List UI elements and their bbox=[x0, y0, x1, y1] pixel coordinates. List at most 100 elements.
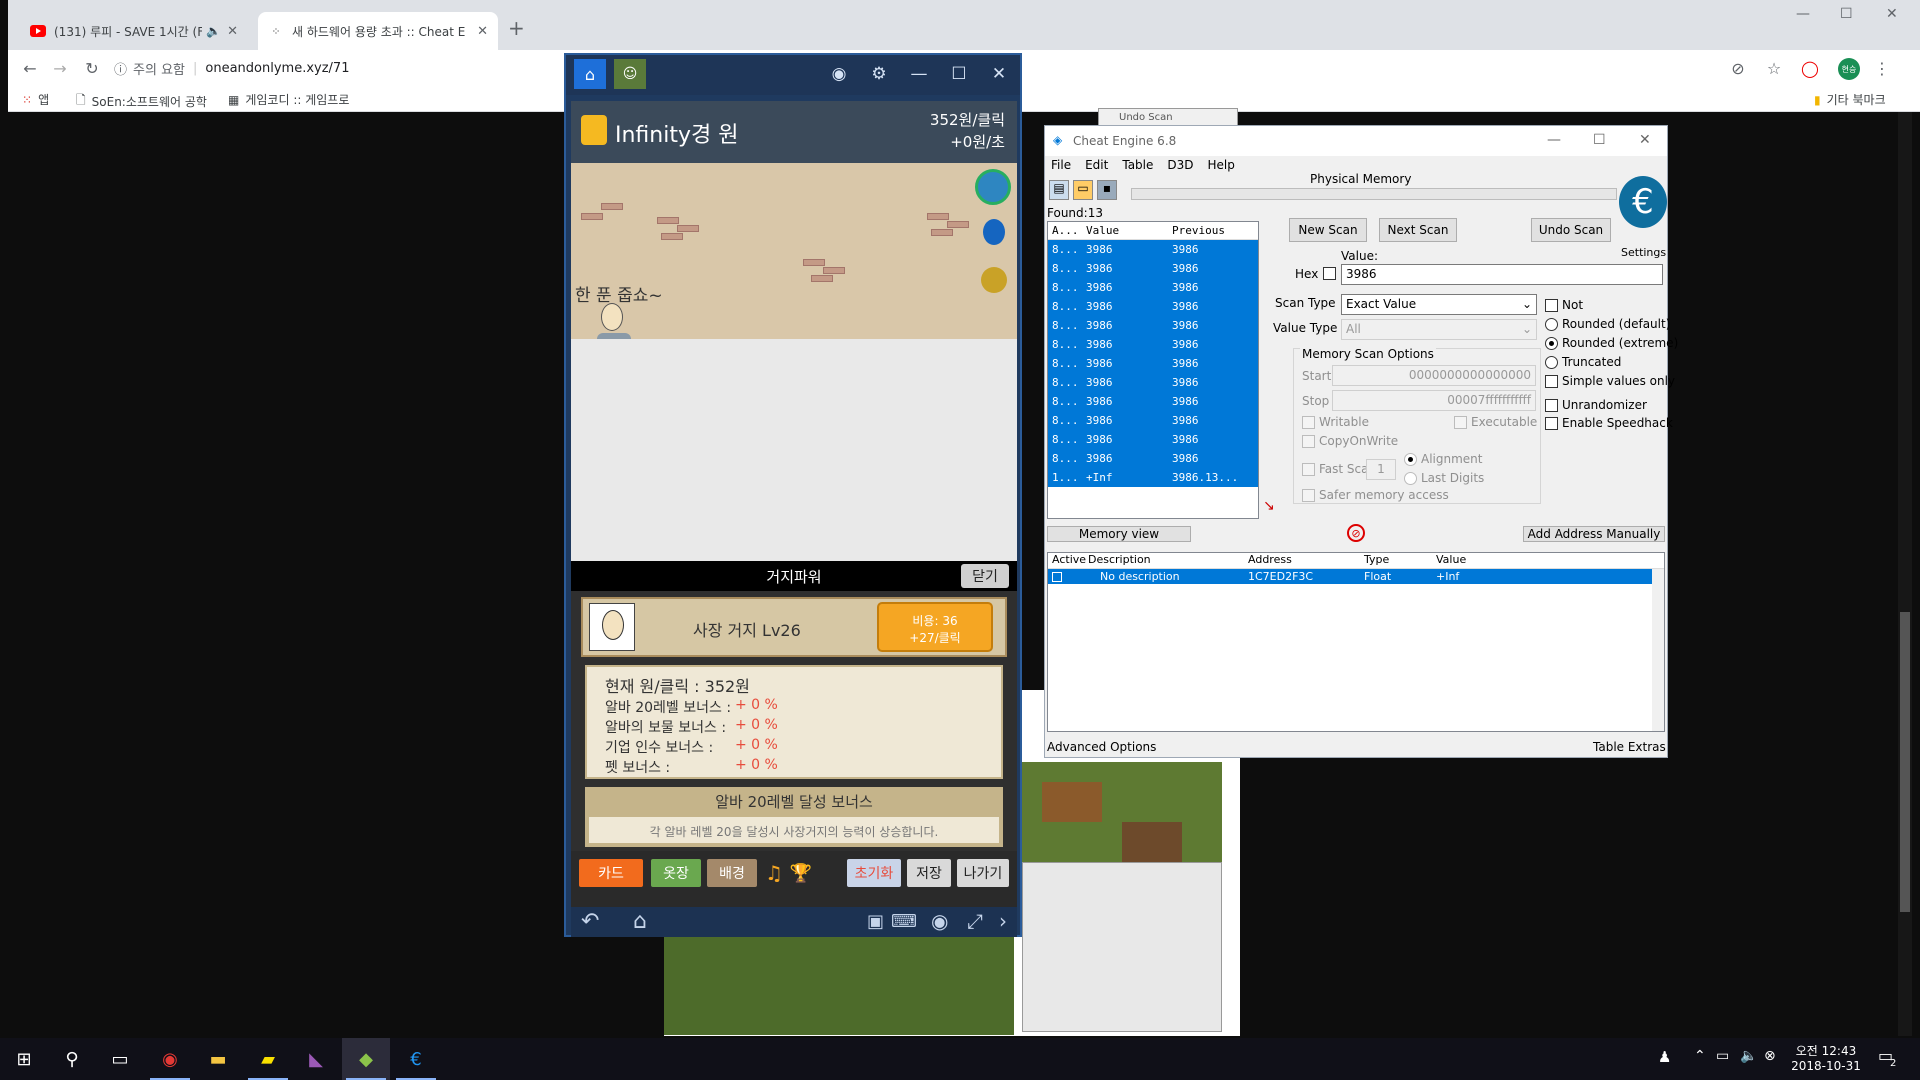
bookmark-other[interactable]: ▮ 기타 북마크 bbox=[1814, 91, 1886, 108]
found-row[interactable]: 8... 3986 3986 bbox=[1048, 259, 1258, 278]
emulator-icon[interactable]: ◆ bbox=[342, 1038, 390, 1080]
game-floor[interactable] bbox=[571, 339, 1017, 561]
new-tab-button[interactable]: + bbox=[508, 16, 525, 40]
background-button[interactable]: 배경 bbox=[707, 859, 757, 887]
page-scrollbar[interactable] bbox=[1898, 112, 1912, 1036]
menu-table[interactable]: Table bbox=[1122, 158, 1153, 172]
profile-avatar[interactable]: 현승 bbox=[1838, 58, 1860, 80]
save-file-icon[interactable]: ▪ bbox=[1097, 180, 1117, 200]
minimize-button[interactable]: — bbox=[1796, 6, 1810, 22]
stop-icon[interactable]: ⊘ bbox=[1347, 524, 1365, 542]
open-process-icon[interactable]: ▤ bbox=[1049, 180, 1069, 200]
search-icon[interactable]: ⚲ bbox=[48, 1038, 96, 1080]
close-icon[interactable]: ✕ bbox=[227, 24, 238, 39]
bookmark-gamecodi[interactable]: ▦ 게임코디 :: 게임프로 bbox=[228, 91, 349, 108]
reload-icon[interactable]: ↻ bbox=[80, 56, 104, 80]
value-type-select[interactable]: All ⌄ bbox=[1341, 319, 1537, 340]
account-icon[interactable]: ◉ bbox=[824, 61, 854, 87]
found-row[interactable]: 8... 3986 3986 bbox=[1048, 411, 1258, 430]
opera-icon[interactable]: ◯ bbox=[1798, 56, 1822, 80]
tab-cheat-engine-post[interactable]: ⁘ 새 하드웨어 용량 초과 :: Cheat E ✕ bbox=[258, 12, 498, 50]
advanced-options-button[interactable]: Advanced Options bbox=[1047, 740, 1156, 754]
next-scan-button[interactable]: Next Scan bbox=[1379, 218, 1457, 242]
kakaotalk-icon[interactable]: ▰ bbox=[244, 1038, 292, 1080]
memory-view-button[interactable]: Memory view bbox=[1047, 526, 1191, 542]
stop-input[interactable]: 00007fffffffffff bbox=[1332, 390, 1536, 411]
bookmark-soen[interactable]: 🗋 SoEn:소프트웨어 공학 bbox=[76, 91, 207, 112]
save-button[interactable]: 저장 bbox=[907, 859, 951, 887]
found-row[interactable]: 8... 3986 3986 bbox=[1048, 240, 1258, 259]
found-row[interactable]: 8... 3986 3986 bbox=[1048, 392, 1258, 411]
truncated-radio[interactable]: Truncated bbox=[1545, 355, 1621, 369]
maximize-button[interactable]: ☐ bbox=[1593, 132, 1606, 148]
card-button[interactable]: 카드 bbox=[579, 859, 643, 887]
found-row[interactable]: 8... 3986 3986 bbox=[1048, 335, 1258, 354]
chrome-icon[interactable]: ◉ bbox=[146, 1038, 194, 1080]
file-explorer-icon[interactable]: ▬ bbox=[194, 1038, 242, 1080]
minimize-button[interactable]: — bbox=[1547, 132, 1561, 148]
settings-link[interactable]: Settings bbox=[1621, 246, 1666, 259]
reset-button[interactable]: 초기화 bbox=[847, 859, 901, 887]
close-button[interactable]: ✕ bbox=[1639, 132, 1651, 148]
not-checkbox[interactable]: Not bbox=[1545, 298, 1583, 312]
home-nav-icon[interactable]: ⌂ bbox=[633, 909, 647, 934]
value-input[interactable]: 3986 bbox=[1341, 264, 1663, 285]
ce-logo-icon[interactable]: € bbox=[1619, 176, 1667, 228]
close-circle-icon[interactable]: ⊗ bbox=[1764, 1048, 1776, 1064]
trophy-icon[interactable]: 🏆 bbox=[789, 859, 813, 887]
active-checkbox[interactable] bbox=[1048, 570, 1088, 583]
menu-edit[interactable]: Edit bbox=[1085, 158, 1108, 172]
found-row[interactable]: 8... 3986 3986 bbox=[1048, 430, 1258, 449]
extension-icon[interactable]: ⊘ bbox=[1726, 56, 1750, 80]
minimize-icon[interactable]: — bbox=[904, 61, 934, 87]
medal-icon[interactable] bbox=[981, 267, 1007, 293]
found-row[interactable]: 8... 3986 3986 bbox=[1048, 449, 1258, 468]
found-row[interactable]: 8... 3986 3986 bbox=[1048, 278, 1258, 297]
start-input[interactable]: 0000000000000000 bbox=[1332, 365, 1536, 386]
menu-help[interactable]: Help bbox=[1208, 158, 1235, 172]
close-icon[interactable]: ✕ bbox=[984, 61, 1014, 87]
unrandomizer-checkbox[interactable]: Unrandomizer bbox=[1545, 398, 1647, 412]
chevron-up-icon[interactable]: ⌃ bbox=[1694, 1048, 1706, 1064]
network-icon[interactable]: ▭ bbox=[1716, 1048, 1729, 1064]
keymap-icon[interactable]: ▣ bbox=[867, 911, 884, 932]
upgrade-button[interactable]: 비용: 36 +27/클릭 bbox=[877, 602, 993, 652]
globe-icon[interactable] bbox=[975, 169, 1011, 205]
task-view-icon[interactable]: ▭ bbox=[96, 1038, 144, 1080]
new-scan-button[interactable]: New Scan bbox=[1289, 218, 1367, 242]
copyonwrite-checkbox[interactable]: CopyOnWrite bbox=[1302, 434, 1398, 448]
writable-checkbox[interactable]: Writable bbox=[1302, 415, 1369, 429]
scroll-thumb[interactable] bbox=[1900, 612, 1910, 912]
start-icon[interactable]: ⊞ bbox=[0, 1038, 48, 1080]
keyboard-icon[interactable]: ⌨ bbox=[891, 911, 917, 932]
found-row[interactable]: 1... +Inf 3986.13... bbox=[1048, 468, 1258, 487]
rounded-default-radio[interactable]: Rounded (default) bbox=[1545, 317, 1670, 331]
menu-d3d[interactable]: D3D bbox=[1167, 158, 1193, 172]
maximize-button[interactable]: ☐ bbox=[1840, 6, 1853, 22]
fast-scan-input[interactable]: 1 bbox=[1366, 459, 1396, 480]
menu-icon[interactable]: ⋮ bbox=[1870, 56, 1894, 80]
menu-file[interactable]: File bbox=[1051, 158, 1071, 172]
eye-icon[interactable]: ◉ bbox=[931, 909, 948, 933]
potion-icon[interactable] bbox=[983, 219, 1005, 245]
bookmark-apps[interactable]: ⁙ 앱 bbox=[22, 91, 49, 108]
fast-scan-checkbox[interactable]: Fast Scan bbox=[1302, 462, 1376, 476]
found-row[interactable]: 8... 3986 3986 bbox=[1048, 297, 1258, 316]
close-window-button[interactable]: ✕ bbox=[1886, 6, 1898, 22]
cheat-engine-icon[interactable]: € bbox=[392, 1038, 440, 1080]
tab-youtube[interactable]: (131) 루피 - SAVE 1시간 (Fe 🔈 ✕ bbox=[20, 12, 248, 50]
exit-button[interactable]: 나가기 bbox=[957, 859, 1009, 887]
hex-checkbox[interactable] bbox=[1323, 266, 1340, 280]
undo-scan-button[interactable]: Undo Scan bbox=[1531, 218, 1611, 242]
volume-icon[interactable]: 🔈 bbox=[1740, 1048, 1757, 1064]
table-scrollbar[interactable] bbox=[1652, 569, 1664, 731]
fullscreen-icon[interactable]: ⤢ bbox=[967, 909, 983, 933]
scan-type-select[interactable]: Exact Value ⌄ bbox=[1341, 294, 1537, 315]
clock[interactable]: 오전 12:43 2018-10-31 bbox=[1790, 1042, 1862, 1073]
maximize-icon[interactable]: ☐ bbox=[944, 61, 974, 87]
back-icon[interactable]: ← bbox=[18, 56, 42, 80]
chevron-right-icon[interactable]: › bbox=[999, 909, 1007, 933]
close-panel-button[interactable]: 닫기 bbox=[961, 564, 1009, 588]
speedhack-checkbox[interactable]: Enable Speedhack bbox=[1545, 416, 1673, 430]
alignment-radio[interactable]: Alignment bbox=[1404, 452, 1482, 466]
